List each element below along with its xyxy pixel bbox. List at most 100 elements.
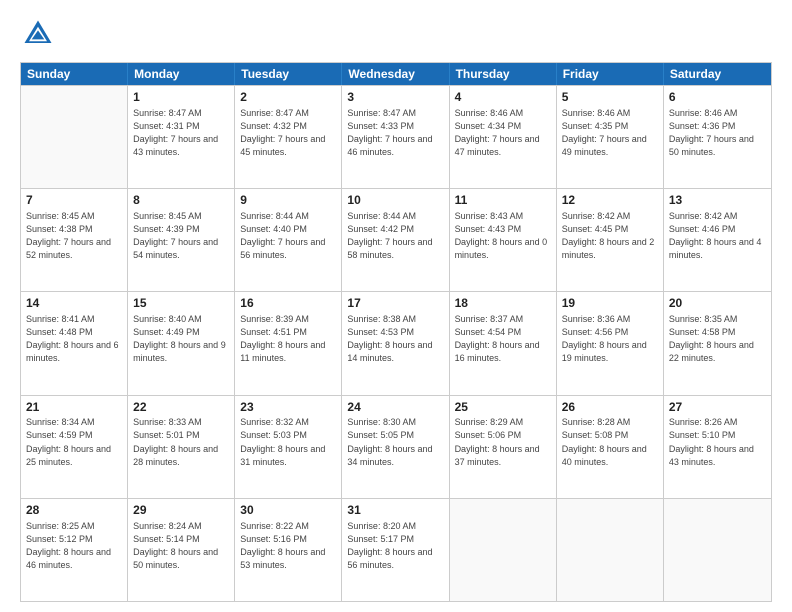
- day-number: 19: [562, 295, 658, 312]
- day-number: 15: [133, 295, 229, 312]
- logo: [20, 16, 60, 52]
- calendar-cell: [664, 499, 771, 601]
- calendar-cell: 7Sunrise: 8:45 AMSunset: 4:38 PMDaylight…: [21, 189, 128, 291]
- sun-info: Sunrise: 8:41 AMSunset: 4:48 PMDaylight:…: [26, 313, 122, 365]
- calendar-header-day: Tuesday: [235, 63, 342, 85]
- calendar-cell: 16Sunrise: 8:39 AMSunset: 4:51 PMDayligh…: [235, 292, 342, 394]
- day-number: 16: [240, 295, 336, 312]
- header: [20, 16, 772, 52]
- calendar-cell: 8Sunrise: 8:45 AMSunset: 4:39 PMDaylight…: [128, 189, 235, 291]
- day-number: 28: [26, 502, 122, 519]
- calendar-week-row: 28Sunrise: 8:25 AMSunset: 5:12 PMDayligh…: [21, 498, 771, 601]
- calendar-cell: 20Sunrise: 8:35 AMSunset: 4:58 PMDayligh…: [664, 292, 771, 394]
- calendar-cell: 6Sunrise: 8:46 AMSunset: 4:36 PMDaylight…: [664, 86, 771, 188]
- sun-info: Sunrise: 8:46 AMSunset: 4:36 PMDaylight:…: [669, 107, 766, 159]
- day-number: 2: [240, 89, 336, 106]
- calendar-cell: 10Sunrise: 8:44 AMSunset: 4:42 PMDayligh…: [342, 189, 449, 291]
- sun-info: Sunrise: 8:34 AMSunset: 4:59 PMDaylight:…: [26, 416, 122, 468]
- day-number: 20: [669, 295, 766, 312]
- day-number: 12: [562, 192, 658, 209]
- calendar-week-row: 7Sunrise: 8:45 AMSunset: 4:38 PMDaylight…: [21, 188, 771, 291]
- calendar-header: SundayMondayTuesdayWednesdayThursdayFrid…: [21, 63, 771, 85]
- calendar-cell: 28Sunrise: 8:25 AMSunset: 5:12 PMDayligh…: [21, 499, 128, 601]
- logo-icon: [20, 16, 56, 52]
- calendar-cell: 14Sunrise: 8:41 AMSunset: 4:48 PMDayligh…: [21, 292, 128, 394]
- day-number: 27: [669, 399, 766, 416]
- sun-info: Sunrise: 8:20 AMSunset: 5:17 PMDaylight:…: [347, 520, 443, 572]
- sun-info: Sunrise: 8:44 AMSunset: 4:40 PMDaylight:…: [240, 210, 336, 262]
- sun-info: Sunrise: 8:29 AMSunset: 5:06 PMDaylight:…: [455, 416, 551, 468]
- sun-info: Sunrise: 8:28 AMSunset: 5:08 PMDaylight:…: [562, 416, 658, 468]
- day-number: 5: [562, 89, 658, 106]
- calendar-cell: 2Sunrise: 8:47 AMSunset: 4:32 PMDaylight…: [235, 86, 342, 188]
- day-number: 1: [133, 89, 229, 106]
- calendar-header-day: Saturday: [664, 63, 771, 85]
- calendar-cell: 5Sunrise: 8:46 AMSunset: 4:35 PMDaylight…: [557, 86, 664, 188]
- sun-info: Sunrise: 8:38 AMSunset: 4:53 PMDaylight:…: [347, 313, 443, 365]
- day-number: 4: [455, 89, 551, 106]
- day-number: 7: [26, 192, 122, 209]
- calendar-body: 1Sunrise: 8:47 AMSunset: 4:31 PMDaylight…: [21, 85, 771, 601]
- sun-info: Sunrise: 8:37 AMSunset: 4:54 PMDaylight:…: [455, 313, 551, 365]
- calendar-cell: 9Sunrise: 8:44 AMSunset: 4:40 PMDaylight…: [235, 189, 342, 291]
- calendar-cell: 21Sunrise: 8:34 AMSunset: 4:59 PMDayligh…: [21, 396, 128, 498]
- day-number: 17: [347, 295, 443, 312]
- calendar-cell: 13Sunrise: 8:42 AMSunset: 4:46 PMDayligh…: [664, 189, 771, 291]
- sun-info: Sunrise: 8:32 AMSunset: 5:03 PMDaylight:…: [240, 416, 336, 468]
- calendar-cell: 18Sunrise: 8:37 AMSunset: 4:54 PMDayligh…: [450, 292, 557, 394]
- calendar: SundayMondayTuesdayWednesdayThursdayFrid…: [20, 62, 772, 602]
- day-number: 30: [240, 502, 336, 519]
- calendar-cell: 15Sunrise: 8:40 AMSunset: 4:49 PMDayligh…: [128, 292, 235, 394]
- day-number: 29: [133, 502, 229, 519]
- calendar-cell: 12Sunrise: 8:42 AMSunset: 4:45 PMDayligh…: [557, 189, 664, 291]
- sun-info: Sunrise: 8:45 AMSunset: 4:38 PMDaylight:…: [26, 210, 122, 262]
- sun-info: Sunrise: 8:47 AMSunset: 4:32 PMDaylight:…: [240, 107, 336, 159]
- sun-info: Sunrise: 8:46 AMSunset: 4:34 PMDaylight:…: [455, 107, 551, 159]
- day-number: 26: [562, 399, 658, 416]
- day-number: 18: [455, 295, 551, 312]
- sun-info: Sunrise: 8:42 AMSunset: 4:45 PMDaylight:…: [562, 210, 658, 262]
- calendar-cell: 25Sunrise: 8:29 AMSunset: 5:06 PMDayligh…: [450, 396, 557, 498]
- day-number: 22: [133, 399, 229, 416]
- sun-info: Sunrise: 8:39 AMSunset: 4:51 PMDaylight:…: [240, 313, 336, 365]
- sun-info: Sunrise: 8:46 AMSunset: 4:35 PMDaylight:…: [562, 107, 658, 159]
- calendar-cell: 26Sunrise: 8:28 AMSunset: 5:08 PMDayligh…: [557, 396, 664, 498]
- day-number: 31: [347, 502, 443, 519]
- calendar-cell: 27Sunrise: 8:26 AMSunset: 5:10 PMDayligh…: [664, 396, 771, 498]
- day-number: 13: [669, 192, 766, 209]
- sun-info: Sunrise: 8:26 AMSunset: 5:10 PMDaylight:…: [669, 416, 766, 468]
- calendar-cell: [21, 86, 128, 188]
- sun-info: Sunrise: 8:36 AMSunset: 4:56 PMDaylight:…: [562, 313, 658, 365]
- calendar-cell: 4Sunrise: 8:46 AMSunset: 4:34 PMDaylight…: [450, 86, 557, 188]
- day-number: 24: [347, 399, 443, 416]
- sun-info: Sunrise: 8:40 AMSunset: 4:49 PMDaylight:…: [133, 313, 229, 365]
- calendar-cell: 3Sunrise: 8:47 AMSunset: 4:33 PMDaylight…: [342, 86, 449, 188]
- day-number: 3: [347, 89, 443, 106]
- calendar-header-day: Friday: [557, 63, 664, 85]
- calendar-cell: 30Sunrise: 8:22 AMSunset: 5:16 PMDayligh…: [235, 499, 342, 601]
- sun-info: Sunrise: 8:47 AMSunset: 4:33 PMDaylight:…: [347, 107, 443, 159]
- sun-info: Sunrise: 8:42 AMSunset: 4:46 PMDaylight:…: [669, 210, 766, 262]
- sun-info: Sunrise: 8:22 AMSunset: 5:16 PMDaylight:…: [240, 520, 336, 572]
- sun-info: Sunrise: 8:35 AMSunset: 4:58 PMDaylight:…: [669, 313, 766, 365]
- calendar-cell: [450, 499, 557, 601]
- day-number: 6: [669, 89, 766, 106]
- calendar-cell: [557, 499, 664, 601]
- calendar-cell: 19Sunrise: 8:36 AMSunset: 4:56 PMDayligh…: [557, 292, 664, 394]
- day-number: 14: [26, 295, 122, 312]
- calendar-cell: 11Sunrise: 8:43 AMSunset: 4:43 PMDayligh…: [450, 189, 557, 291]
- sun-info: Sunrise: 8:43 AMSunset: 4:43 PMDaylight:…: [455, 210, 551, 262]
- sun-info: Sunrise: 8:30 AMSunset: 5:05 PMDaylight:…: [347, 416, 443, 468]
- sun-info: Sunrise: 8:24 AMSunset: 5:14 PMDaylight:…: [133, 520, 229, 572]
- sun-info: Sunrise: 8:44 AMSunset: 4:42 PMDaylight:…: [347, 210, 443, 262]
- calendar-cell: 1Sunrise: 8:47 AMSunset: 4:31 PMDaylight…: [128, 86, 235, 188]
- sun-info: Sunrise: 8:25 AMSunset: 5:12 PMDaylight:…: [26, 520, 122, 572]
- day-number: 11: [455, 192, 551, 209]
- day-number: 10: [347, 192, 443, 209]
- calendar-cell: 31Sunrise: 8:20 AMSunset: 5:17 PMDayligh…: [342, 499, 449, 601]
- sun-info: Sunrise: 8:45 AMSunset: 4:39 PMDaylight:…: [133, 210, 229, 262]
- calendar-header-day: Thursday: [450, 63, 557, 85]
- calendar-week-row: 21Sunrise: 8:34 AMSunset: 4:59 PMDayligh…: [21, 395, 771, 498]
- calendar-week-row: 1Sunrise: 8:47 AMSunset: 4:31 PMDaylight…: [21, 85, 771, 188]
- calendar-cell: 22Sunrise: 8:33 AMSunset: 5:01 PMDayligh…: [128, 396, 235, 498]
